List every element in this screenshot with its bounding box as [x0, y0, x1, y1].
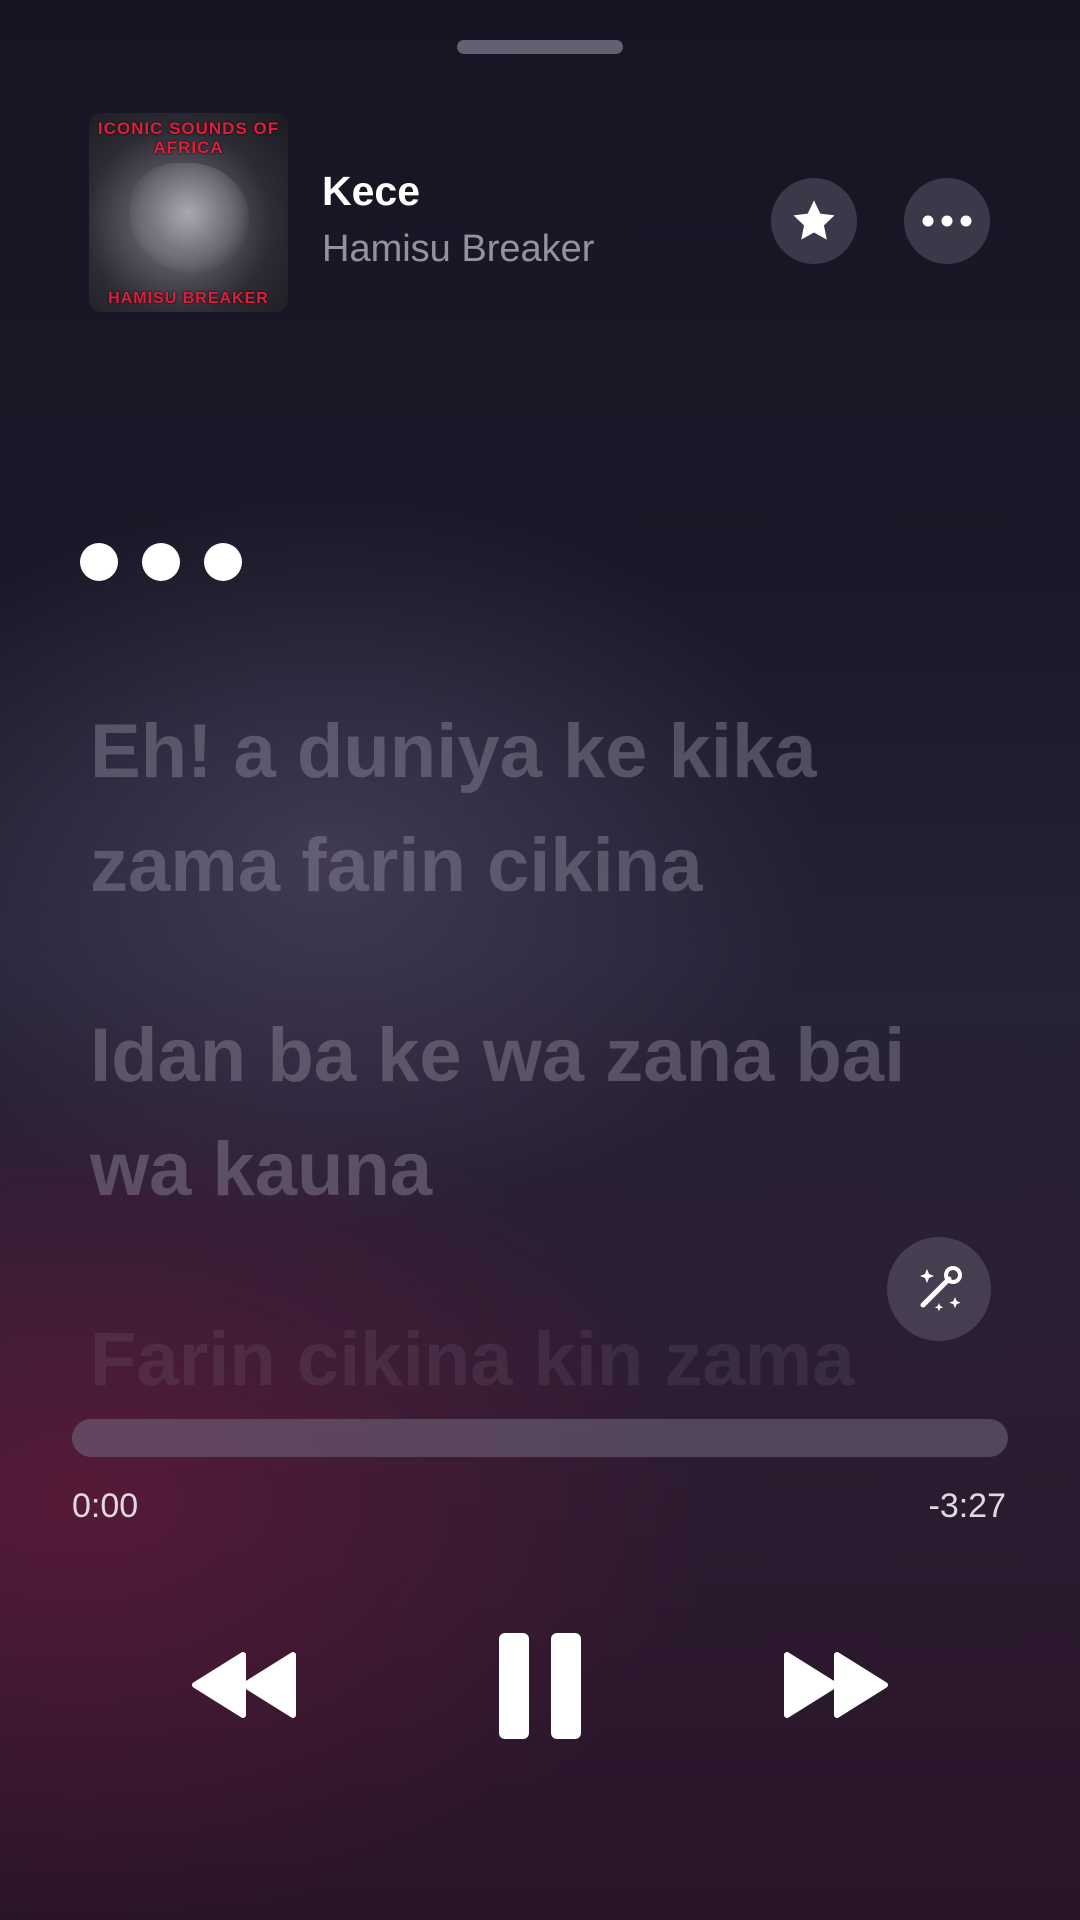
elapsed-time: 0:00	[72, 1487, 139, 1525]
more-options-button[interactable]	[904, 178, 990, 264]
remaining-time: -3:27	[928, 1487, 1007, 1525]
lyric-line[interactable]: Eh! a duniya ke kika zama farin cikina	[90, 695, 950, 923]
dot	[204, 543, 242, 581]
ellipsis-icon	[922, 215, 972, 227]
rewind-icon	[192, 1652, 296, 1718]
dot	[80, 543, 118, 581]
microphone-sparkle-icon	[920, 1266, 962, 1312]
star-icon	[793, 200, 835, 240]
lyrics-panel[interactable]: Eh! a duniya ke kika zama farin cikina I…	[90, 695, 950, 1493]
album-art-figure	[129, 163, 249, 273]
track-title: Kece	[322, 168, 421, 214]
album-art-top-text: ICONIC SOUNDS OF AFRICA	[97, 119, 280, 157]
favorite-button[interactable]	[771, 178, 857, 264]
sheet-grabber[interactable]	[457, 40, 623, 54]
fast-forward-icon	[784, 1652, 888, 1718]
fast-forward-button[interactable]	[770, 1630, 900, 1740]
artist-name[interactable]: Hamisu Breaker	[322, 228, 594, 271]
rewind-button[interactable]	[180, 1630, 310, 1740]
pause-button[interactable]	[490, 1628, 590, 1744]
lyric-line[interactable]: Idan ba ke wa zana bai wa kauna	[90, 999, 950, 1227]
lyrics-sing-button[interactable]	[887, 1237, 991, 1341]
pause-icon	[499, 1633, 581, 1739]
lyrics-waiting-dots	[80, 543, 242, 581]
dot	[142, 543, 180, 581]
lyric-line[interactable]: Farin cikina kin zama	[90, 1303, 950, 1417]
album-art[interactable]: ICONIC SOUNDS OF AFRICA HAMISU BREAKER	[89, 113, 288, 312]
album-art-bottom-text: HAMISU BREAKER	[108, 290, 269, 307]
progress-scrubber[interactable]	[72, 1419, 1008, 1457]
